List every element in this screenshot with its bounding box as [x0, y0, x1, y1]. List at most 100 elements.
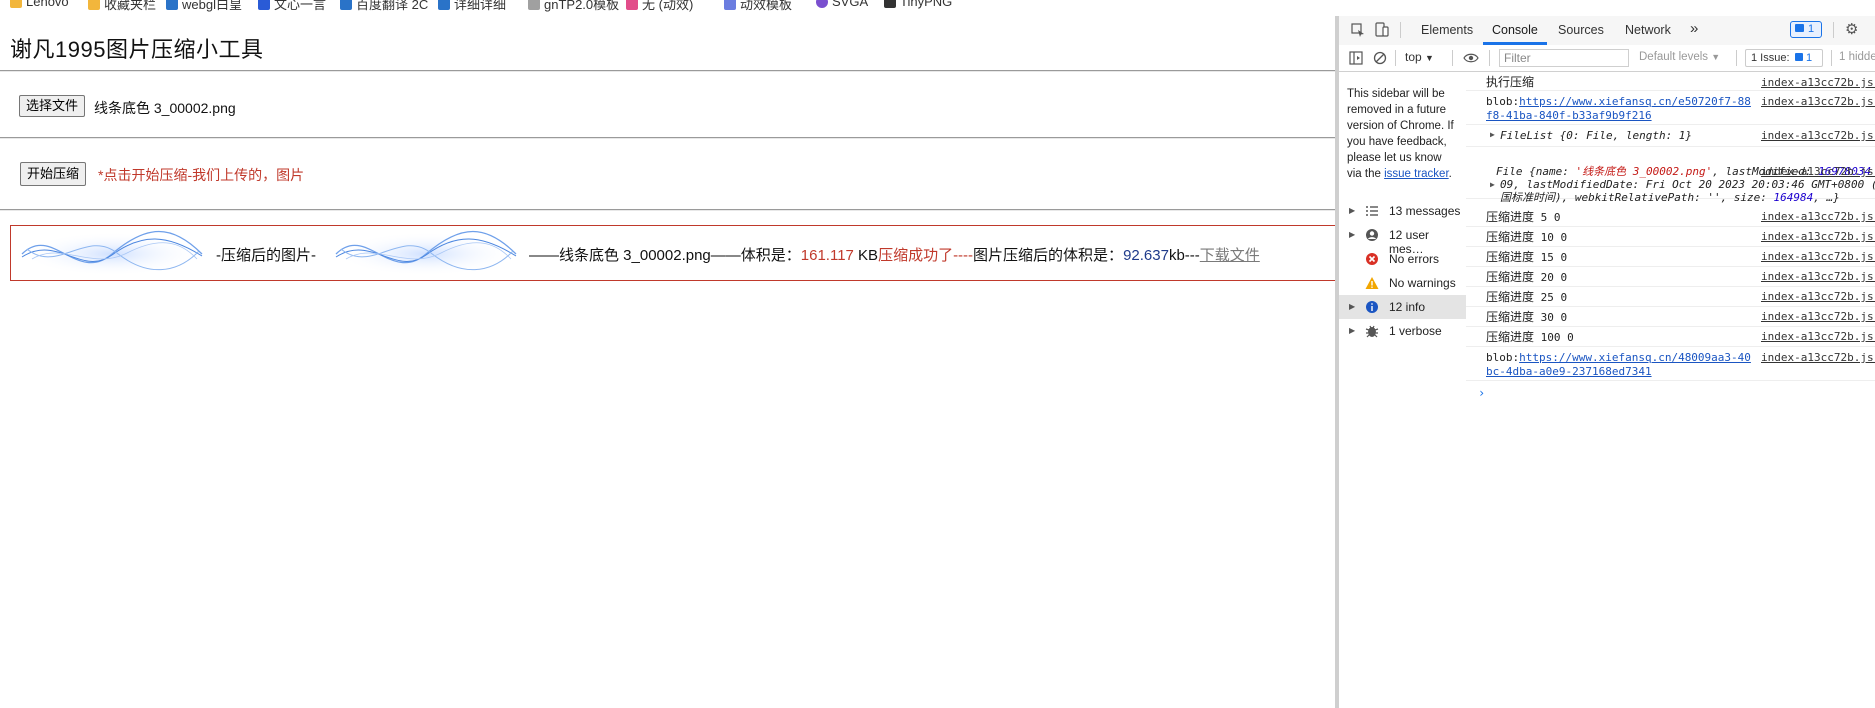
log-source-link[interactable]: index-a13cc72b.js: [1761, 129, 1875, 142]
success-text: 压缩成功了---- [878, 247, 974, 264]
expand-arrow-icon: ▶ [1349, 302, 1356, 311]
divider [0, 70, 1335, 72]
expand-arrow-icon[interactable]: ▶ [1490, 130, 1495, 139]
progress-value: 25 0 [1540, 291, 1568, 304]
eye-icon[interactable] [1463, 52, 1479, 64]
list-icon [1366, 206, 1378, 216]
site-icon [724, 0, 736, 10]
log-message: 压缩进度 5 0 [1486, 210, 1561, 225]
log-message: 国标准时间), webkitRelativePath: '', size: 16… [1500, 191, 1875, 205]
message-icon [1795, 24, 1804, 32]
tab-network[interactable]: Network [1625, 23, 1671, 37]
sidebar-item-label: 13 messages [1389, 204, 1461, 218]
issues-badge[interactable]: 1 [1790, 21, 1822, 38]
site-icon [258, 0, 270, 10]
blob-url[interactable]: bc-4dba-a0e9-237168ed7341 [1486, 365, 1652, 378]
download-link[interactable]: 下载文件 [1200, 247, 1260, 264]
sidebar-item-verbose[interactable]: ▶ 1 verbose [1339, 319, 1466, 343]
bookmark-effects[interactable]: 无 (动效) [626, 0, 693, 13]
compress-result: -压缩后的图片- ——线条底色 3_00002.png——体积是：161.117… [10, 225, 1335, 281]
issue-tracker-link[interactable]: issue tracker [1384, 168, 1449, 180]
log-source-link[interactable]: index-a13cc72b.js: [1761, 351, 1875, 364]
expand-arrow-icon[interactable]: ▶ [1490, 180, 1495, 189]
log-source-link[interactable]: index-a13cc72b.js: [1761, 76, 1875, 89]
log-entry: 压缩进度 20 0 index-a13cc72b.js: [1466, 266, 1875, 287]
log-levels-label: Default levels [1639, 51, 1709, 63]
inspect-icon[interactable] [1351, 23, 1365, 37]
tab-console[interactable]: Console [1492, 23, 1538, 37]
after-image-label: -压缩后的图片- [216, 247, 316, 264]
result-info-line: ——线条底色 3_00002.png——体积是：161.117 KB压缩成功了-… [529, 244, 1260, 265]
folder-icon [10, 0, 22, 8]
sidebar-item-errors[interactable]: No errors [1339, 247, 1466, 271]
log-source-link[interactable]: index-a13cc72b.js: [1761, 250, 1875, 263]
log-source-link[interactable]: index-a13cc72b.js: [1761, 210, 1875, 223]
issues-counter[interactable]: 1 Issue: 1 [1745, 49, 1823, 67]
after-size-label: 图片压缩后的体积是： [973, 247, 1124, 264]
log-source-link[interactable]: index-a13cc72b.js: [1761, 165, 1875, 178]
sidebar-item-info[interactable]: ▶ 12 info [1339, 295, 1466, 319]
settings-gear-icon[interactable]: ⚙ [1845, 20, 1858, 38]
console-prompt[interactable]: › [1478, 386, 1485, 400]
progress-label: 压缩进度 [1486, 270, 1535, 284]
bookmark-wenxin[interactable]: 文心一言 [258, 0, 326, 13]
toolbar-divider [1489, 50, 1490, 66]
kb-unit: KB [858, 247, 879, 264]
bookmark-details[interactable]: 详细详细 [438, 0, 506, 13]
log-source-link[interactable]: index-a13cc72b.js: [1761, 310, 1875, 323]
log-source-link[interactable]: index-a13cc72b.js: [1761, 270, 1875, 283]
log-entry: 压缩进度 5 0 index-a13cc72b.js: [1466, 206, 1875, 227]
device-toggle-icon[interactable] [1375, 22, 1389, 38]
progress-label: 压缩进度 [1486, 330, 1535, 344]
log-entry: 压缩进度 25 0 index-a13cc72b.js: [1466, 286, 1875, 307]
blob-prefix: blob: [1486, 95, 1520, 108]
more-tabs-icon[interactable]: » [1690, 20, 1698, 37]
site-icon [166, 0, 178, 10]
sidebar-item-user-messages[interactable]: ▶ 12 user mes… [1339, 223, 1466, 256]
choose-file-button[interactable]: 选择文件 [19, 95, 86, 117]
bookmark-lenovo[interactable]: Lenovo [10, 0, 69, 9]
blob-url[interactable]: https://www.xiefansq.cn/e50720f7-88 [1519, 95, 1751, 108]
log-entry: 压缩进度 10 0 index-a13cc72b.js: [1466, 226, 1875, 247]
sidebar-deprecation-note: This sidebar will be removed in a future… [1347, 88, 1454, 180]
bookmark-favorites[interactable]: 收藏夹栏 [88, 0, 156, 13]
log-source-link[interactable]: index-a13cc72b.js: [1761, 290, 1875, 303]
bookmark-webgl[interactable]: webgl白皇 [166, 0, 242, 13]
expand-arrow-icon: ▶ [1349, 326, 1356, 335]
sidebar-toggle-icon[interactable] [1349, 51, 1363, 65]
bookmark-svga[interactable]: SVGA [816, 0, 868, 9]
site-icon [438, 0, 450, 10]
sidebar-item-warnings[interactable]: No warnings [1339, 271, 1466, 295]
progress-value: 20 0 [1540, 271, 1568, 284]
blob-url[interactable]: f8-41ba-840f-b33af9b9f216 [1486, 109, 1652, 122]
progress-label: 压缩进度 [1486, 250, 1535, 264]
log-source-link[interactable]: index-a13cc72b.js: [1761, 95, 1875, 108]
context-selector[interactable]: top ▼ [1405, 50, 1434, 64]
bookmark-gntp[interactable]: gnTP2.0模板 [528, 0, 619, 13]
tab-sources[interactable]: Sources [1558, 23, 1604, 37]
log-levels-dropdown[interactable]: Default levels ▼ [1639, 51, 1720, 63]
log-source-link[interactable]: index-a13cc72b.js: [1761, 230, 1875, 243]
log-source-link[interactable]: index-a13cc72b.js: [1761, 330, 1875, 343]
blob-url[interactable]: https://www.xiefansq.cn/48009aa3-40 [1519, 351, 1751, 364]
toolbar-divider [1452, 50, 1453, 66]
issues-counter-label: 1 Issue: [1751, 52, 1790, 64]
toolbar-divider [1400, 22, 1401, 38]
bookmark-baidu-translate[interactable]: 百度翻译 2C [340, 0, 428, 13]
log-entry: blob:https://www.xiefansq.cn/e50720f7-88… [1466, 90, 1875, 125]
log-message: 压缩进度 100 0 [1486, 330, 1574, 345]
toolbar-divider [1395, 50, 1396, 66]
bookmark-tinypng[interactable]: TinyPNG [884, 0, 952, 9]
log-entry: 压缩进度 15 0 index-a13cc72b.js: [1466, 246, 1875, 267]
filter-input[interactable]: Filter [1499, 49, 1629, 67]
toolbar-divider [1833, 22, 1834, 38]
sidebar-item-messages[interactable]: ▶ 13 messages [1339, 199, 1466, 223]
page-content: 谢凡1995图片压缩小工具 选择文件 线条底色 3_00002.png 开始压缩… [0, 16, 1335, 708]
file-field: 国标准时间), webkitRelativePath: '', size: [1500, 191, 1774, 204]
file-size-number: 164984 [1773, 191, 1814, 204]
clear-console-icon[interactable] [1373, 51, 1387, 65]
bookmark-effects-template[interactable]: 动效模板 [724, 0, 792, 13]
devtools-tabbar: Elements Console Sources Network » 1 ⚙ [1339, 16, 1875, 46]
tab-elements[interactable]: Elements [1421, 23, 1473, 37]
start-compress-button[interactable]: 开始压缩 [20, 162, 87, 186]
